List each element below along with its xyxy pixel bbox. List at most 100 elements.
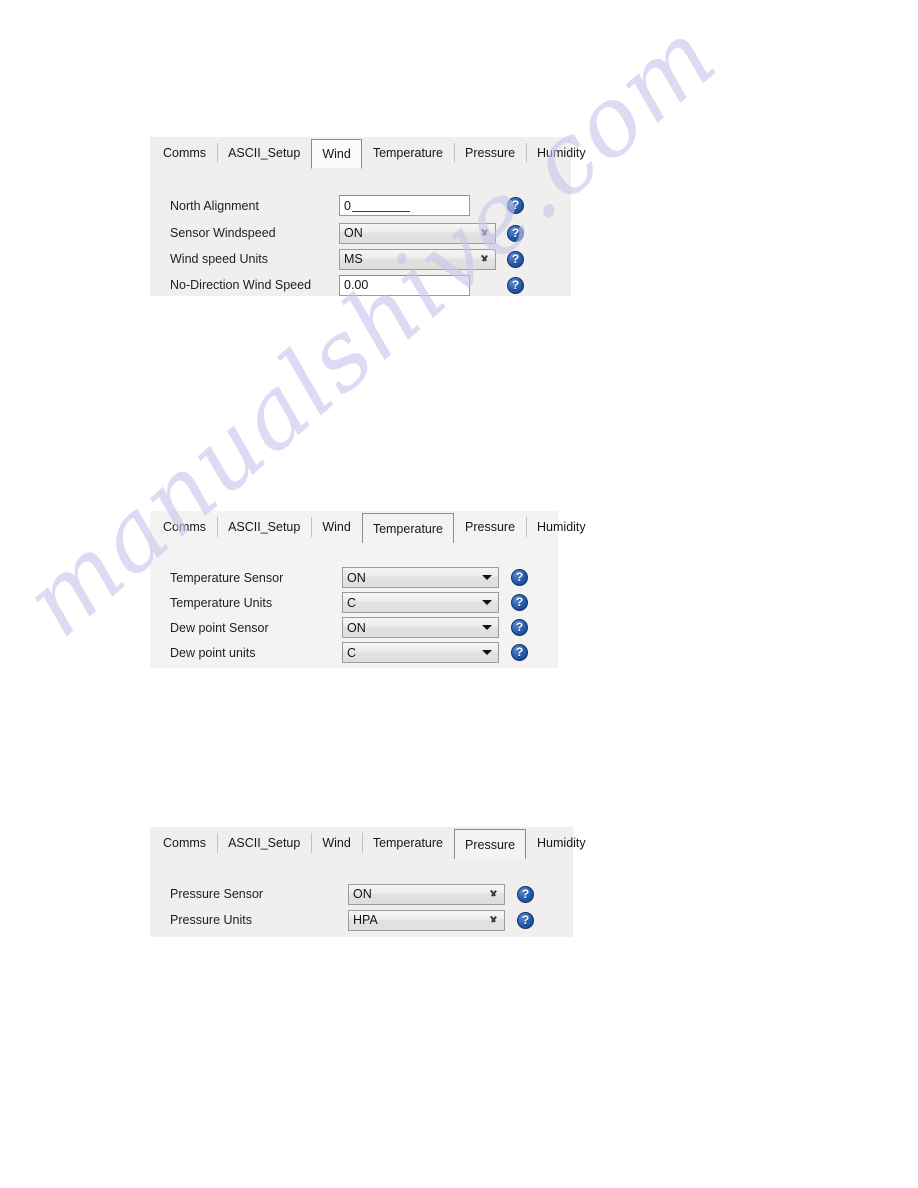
row-label: Wind speed Units [170, 252, 268, 266]
tab-label: Comms [163, 836, 207, 850]
tab-label: Temperature [372, 521, 443, 536]
tab-label: Temperature [372, 146, 443, 160]
row-label: Temperature Sensor [170, 570, 284, 585]
tab-wind[interactable]: Wind [311, 827, 361, 859]
tab-temperature[interactable]: Temperature [361, 827, 454, 859]
combo-value: C [347, 595, 357, 610]
row-label: Pressure Units [170, 913, 252, 927]
tab-label: Comms [163, 520, 207, 534]
tab-label: Pressure [465, 146, 516, 160]
chevron-down-icon[interactable] [482, 643, 492, 662]
tab-label: Pressure [465, 837, 516, 852]
tab-temperature[interactable]: Temperature [361, 513, 454, 543]
input-value: 0.00 [344, 278, 369, 292]
tabstrip-wind: Comms ASCII_Setup Wind Temperature Press… [150, 137, 586, 169]
tab-pressure[interactable]: Pressure [454, 137, 526, 169]
help-icon[interactable]: ? [517, 885, 534, 903]
combo-value: MS [344, 252, 363, 266]
tab-pressure[interactable]: Pressure [454, 511, 526, 543]
form-row-no-direction-wind-speed: No-Direction Wind Speed 0.00 ? [150, 272, 571, 298]
tab-label: Temperature [372, 836, 443, 850]
form-row-temperature-sensor: Temperature Sensor ON ? [150, 565, 558, 590]
temperature-units-combo[interactable]: C [342, 592, 499, 613]
temperature-sensor-combo[interactable]: ON [342, 567, 499, 588]
combo-value: ON [353, 887, 372, 901]
chevron-down-icon[interactable] [482, 618, 492, 637]
tab-ascii-setup[interactable]: ASCII_Setup [217, 827, 311, 859]
tabstrip-temperature: Comms ASCII_Setup Wind Temperature Press… [150, 511, 586, 543]
tab-ascii-setup[interactable]: ASCII_Setup [217, 137, 311, 169]
help-icon[interactable]: ? [507, 224, 524, 242]
tab-label: ASCII_Setup [228, 836, 301, 850]
form-row-wind-speed-units: Wind speed Units MS ? [150, 246, 571, 272]
no-direction-wind-speed-input[interactable]: 0.00 [339, 274, 470, 296]
help-icon[interactable]: ? [507, 197, 524, 214]
row-label: Dew point units [170, 645, 256, 660]
tab-wind[interactable]: Wind [311, 511, 361, 543]
tab-humidity[interactable]: Humidity [526, 511, 597, 543]
tab-label: Comms [163, 146, 207, 160]
wind-form: North Alignment 0 ? Sensor Windspeed ON … [150, 169, 571, 310]
pressure-dialog-panel: Comms ASCII_Setup Wind Temperature Press… [150, 827, 586, 937]
temperature-dialog-panel: Comms ASCII_Setup Wind Temperature Press… [150, 511, 586, 668]
tab-comms[interactable]: Comms [152, 827, 217, 859]
tab-humidity[interactable]: Humidity [526, 137, 597, 169]
temperature-form: Temperature Sensor ON ? Temperature Unit… [150, 543, 558, 677]
form-row-north-alignment: North Alignment 0 ? [150, 191, 571, 220]
chevron-down-icon[interactable] [482, 568, 492, 587]
tab-label: ASCII_Setup [228, 146, 301, 160]
tab-ascii-setup[interactable]: ASCII_Setup [217, 511, 311, 543]
tab-wind[interactable]: Wind [311, 139, 362, 169]
pressure-sensor-combo[interactable]: ON [348, 883, 505, 905]
form-row-dew-point-units: Dew point units C ? [150, 640, 558, 665]
row-label: No-Direction Wind Speed [170, 278, 312, 292]
wind-dialog-panel: Comms ASCII_Setup Wind Temperature Press… [150, 137, 586, 296]
dew-point-sensor-combo[interactable]: ON [342, 617, 499, 638]
form-row-temperature-units: Temperature Units C ? [150, 590, 558, 615]
tab-label: Wind [322, 147, 351, 161]
tab-label: Pressure [465, 520, 516, 534]
combo-value: C [347, 645, 357, 660]
tab-label: Humidity [537, 146, 586, 160]
row-label: Sensor Windspeed [170, 226, 276, 240]
tab-humidity[interactable]: Humidity [526, 827, 597, 859]
tab-pressure[interactable]: Pressure [454, 829, 527, 859]
row-label: North Alignment [170, 198, 259, 213]
help-icon[interactable]: ? [511, 644, 528, 661]
chevron-down-icon[interactable] [489, 885, 498, 904]
chevron-down-icon[interactable] [489, 911, 498, 930]
chevron-down-icon[interactable] [482, 593, 492, 612]
combo-value: ON [344, 226, 363, 240]
help-icon[interactable]: ? [511, 569, 528, 586]
help-icon[interactable]: ? [511, 619, 528, 636]
help-icon[interactable]: ? [507, 250, 524, 268]
form-row-pressure-sensor: Pressure Sensor ON ? [150, 881, 573, 907]
tabstrip-pressure: Comms ASCII_Setup Wind Temperature Press… [150, 827, 586, 859]
row-label: Temperature Units [170, 595, 273, 610]
input-value: 0 [344, 198, 351, 213]
tab-comms[interactable]: Comms [152, 137, 217, 169]
tab-label: Wind [322, 836, 351, 850]
chevron-down-icon[interactable] [480, 224, 489, 243]
text-caret-underline [351, 200, 410, 212]
help-icon[interactable]: ? [517, 911, 534, 929]
combo-value: HPA [353, 913, 378, 927]
tab-label: Humidity [537, 836, 586, 850]
wind-speed-units-combo[interactable]: MS [339, 248, 496, 270]
form-row-dew-point-sensor: Dew point Sensor ON ? [150, 615, 558, 640]
help-icon[interactable]: ? [511, 594, 528, 611]
north-alignment-input[interactable]: 0 [339, 195, 470, 216]
help-icon[interactable]: ? [507, 276, 524, 294]
dew-point-units-combo[interactable]: C [342, 642, 499, 663]
row-label: Dew point Sensor [170, 620, 269, 635]
sensor-windspeed-combo[interactable]: ON [339, 222, 496, 244]
form-row-sensor-windspeed: Sensor Windspeed ON ? [150, 220, 571, 246]
row-label: Pressure Sensor [170, 887, 264, 901]
tab-label: ASCII_Setup [228, 520, 301, 534]
chevron-down-icon[interactable] [480, 250, 489, 269]
tab-temperature[interactable]: Temperature [362, 137, 454, 169]
form-row-pressure-units: Pressure Units HPA ? [150, 907, 573, 933]
pressure-units-combo[interactable]: HPA [348, 909, 505, 931]
tab-comms[interactable]: Comms [152, 511, 217, 543]
pressure-form: Pressure Sensor ON ? Pressure Units HPA [150, 859, 573, 945]
